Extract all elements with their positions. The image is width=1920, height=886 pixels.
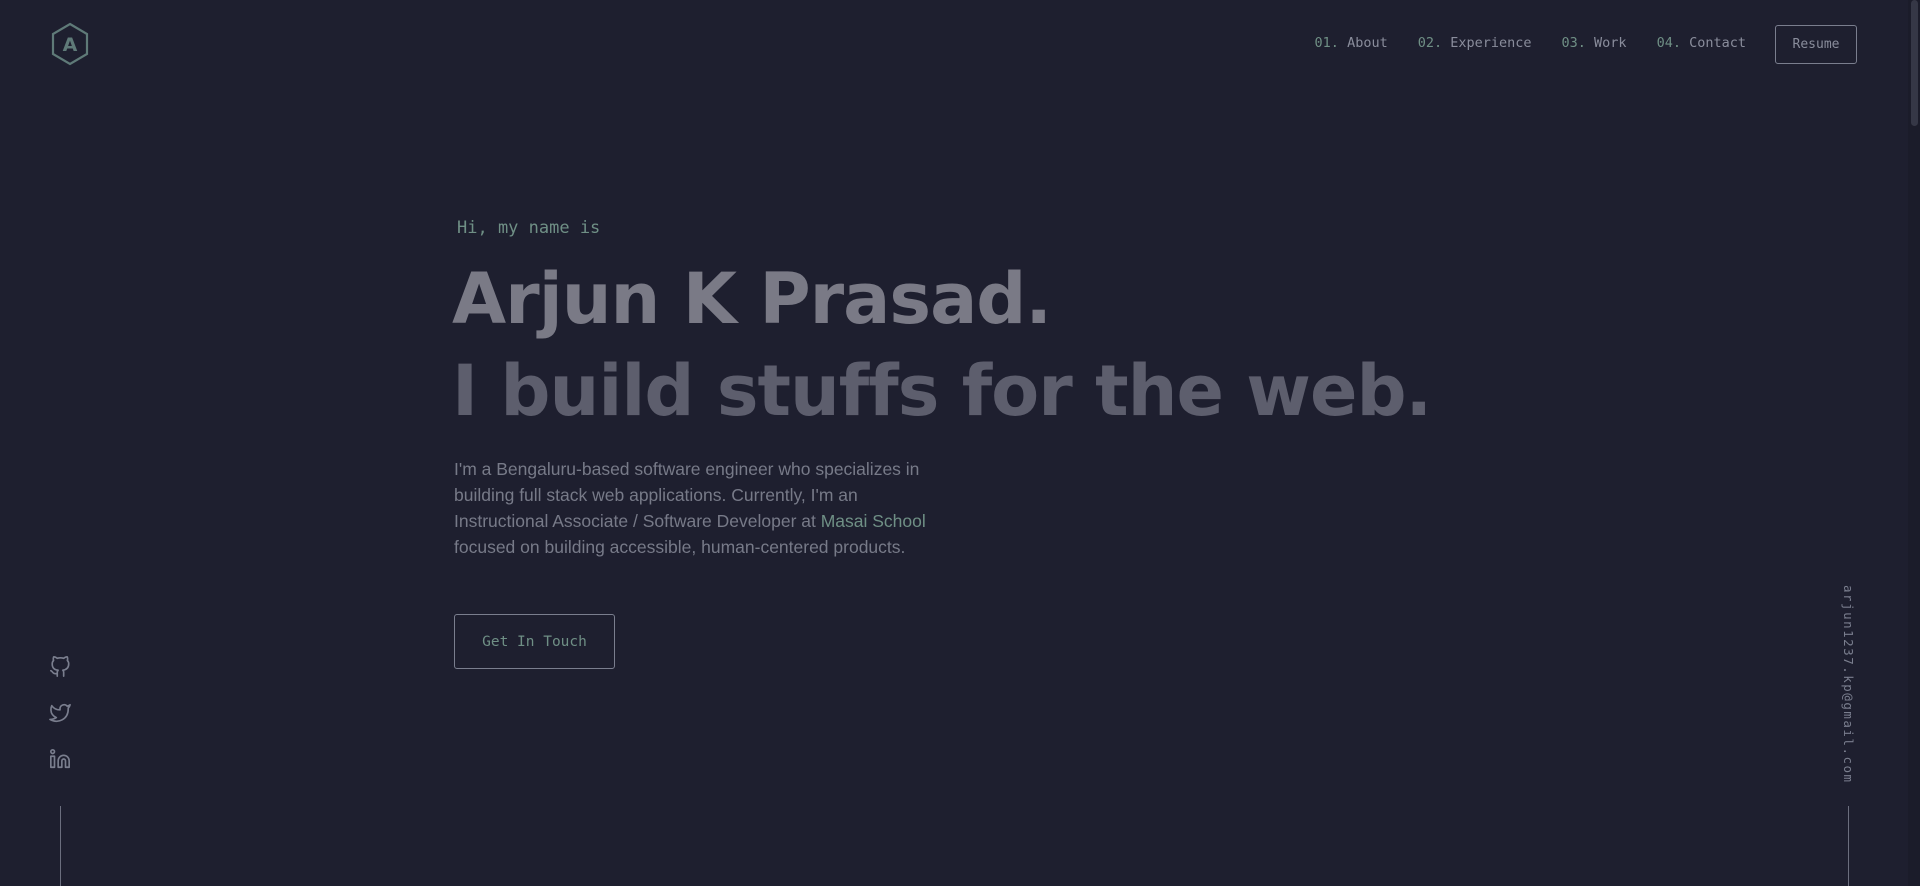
nav-contact[interactable]: 04. Contact (1657, 35, 1746, 51)
logo-letter: A (63, 34, 78, 56)
hero-tagline: I build stuffs for the web. (452, 350, 1432, 432)
nav-number: 04. (1656, 35, 1681, 51)
resume-button[interactable]: Resume (1775, 25, 1857, 64)
linkedin-icon[interactable] (49, 748, 71, 770)
masai-school-link[interactable]: Masai School (821, 511, 926, 531)
get-in-touch-button[interactable]: Get In Touch (454, 614, 615, 669)
nav-about[interactable]: 01. About (1315, 35, 1388, 51)
main-nav: 01. About 02. Experience 03. Work 04. Co… (1315, 35, 1746, 51)
nav-number: 03. (1561, 35, 1586, 51)
nav-experience[interactable]: 02. Experience (1418, 35, 1532, 51)
github-icon[interactable] (49, 656, 71, 678)
hero-greeting: Hi, my name is (457, 218, 601, 238)
left-rail-line (60, 806, 61, 886)
nav-number: 02. (1417, 35, 1443, 51)
social-links (49, 656, 71, 770)
email-link[interactable]: arjun1237.kp@gmail.com (1841, 585, 1856, 784)
nav-label: Work (1594, 35, 1627, 51)
portfolio-page: A 01. About 02. Experience 03. Work 04. … (0, 0, 1920, 886)
nav-label: Experience (1450, 35, 1532, 51)
nav-label: Contact (1689, 35, 1746, 51)
nav-work[interactable]: 03. Work (1562, 35, 1627, 51)
twitter-icon[interactable] (49, 702, 71, 724)
right-rail-line (1848, 806, 1849, 886)
bio-text-end: focused on building accessible, human-ce… (454, 537, 906, 557)
logo-icon[interactable]: A (50, 22, 90, 66)
nav-number: 01. (1314, 35, 1339, 51)
hero-name: Arjun K Prasad. (452, 258, 1052, 340)
hero-bio: I'm a Bengaluru-based software engineer … (454, 456, 944, 560)
scrollbar[interactable] (1908, 0, 1920, 886)
scrollbar-thumb[interactable] (1911, 0, 1918, 126)
nav-label: About (1347, 35, 1388, 51)
